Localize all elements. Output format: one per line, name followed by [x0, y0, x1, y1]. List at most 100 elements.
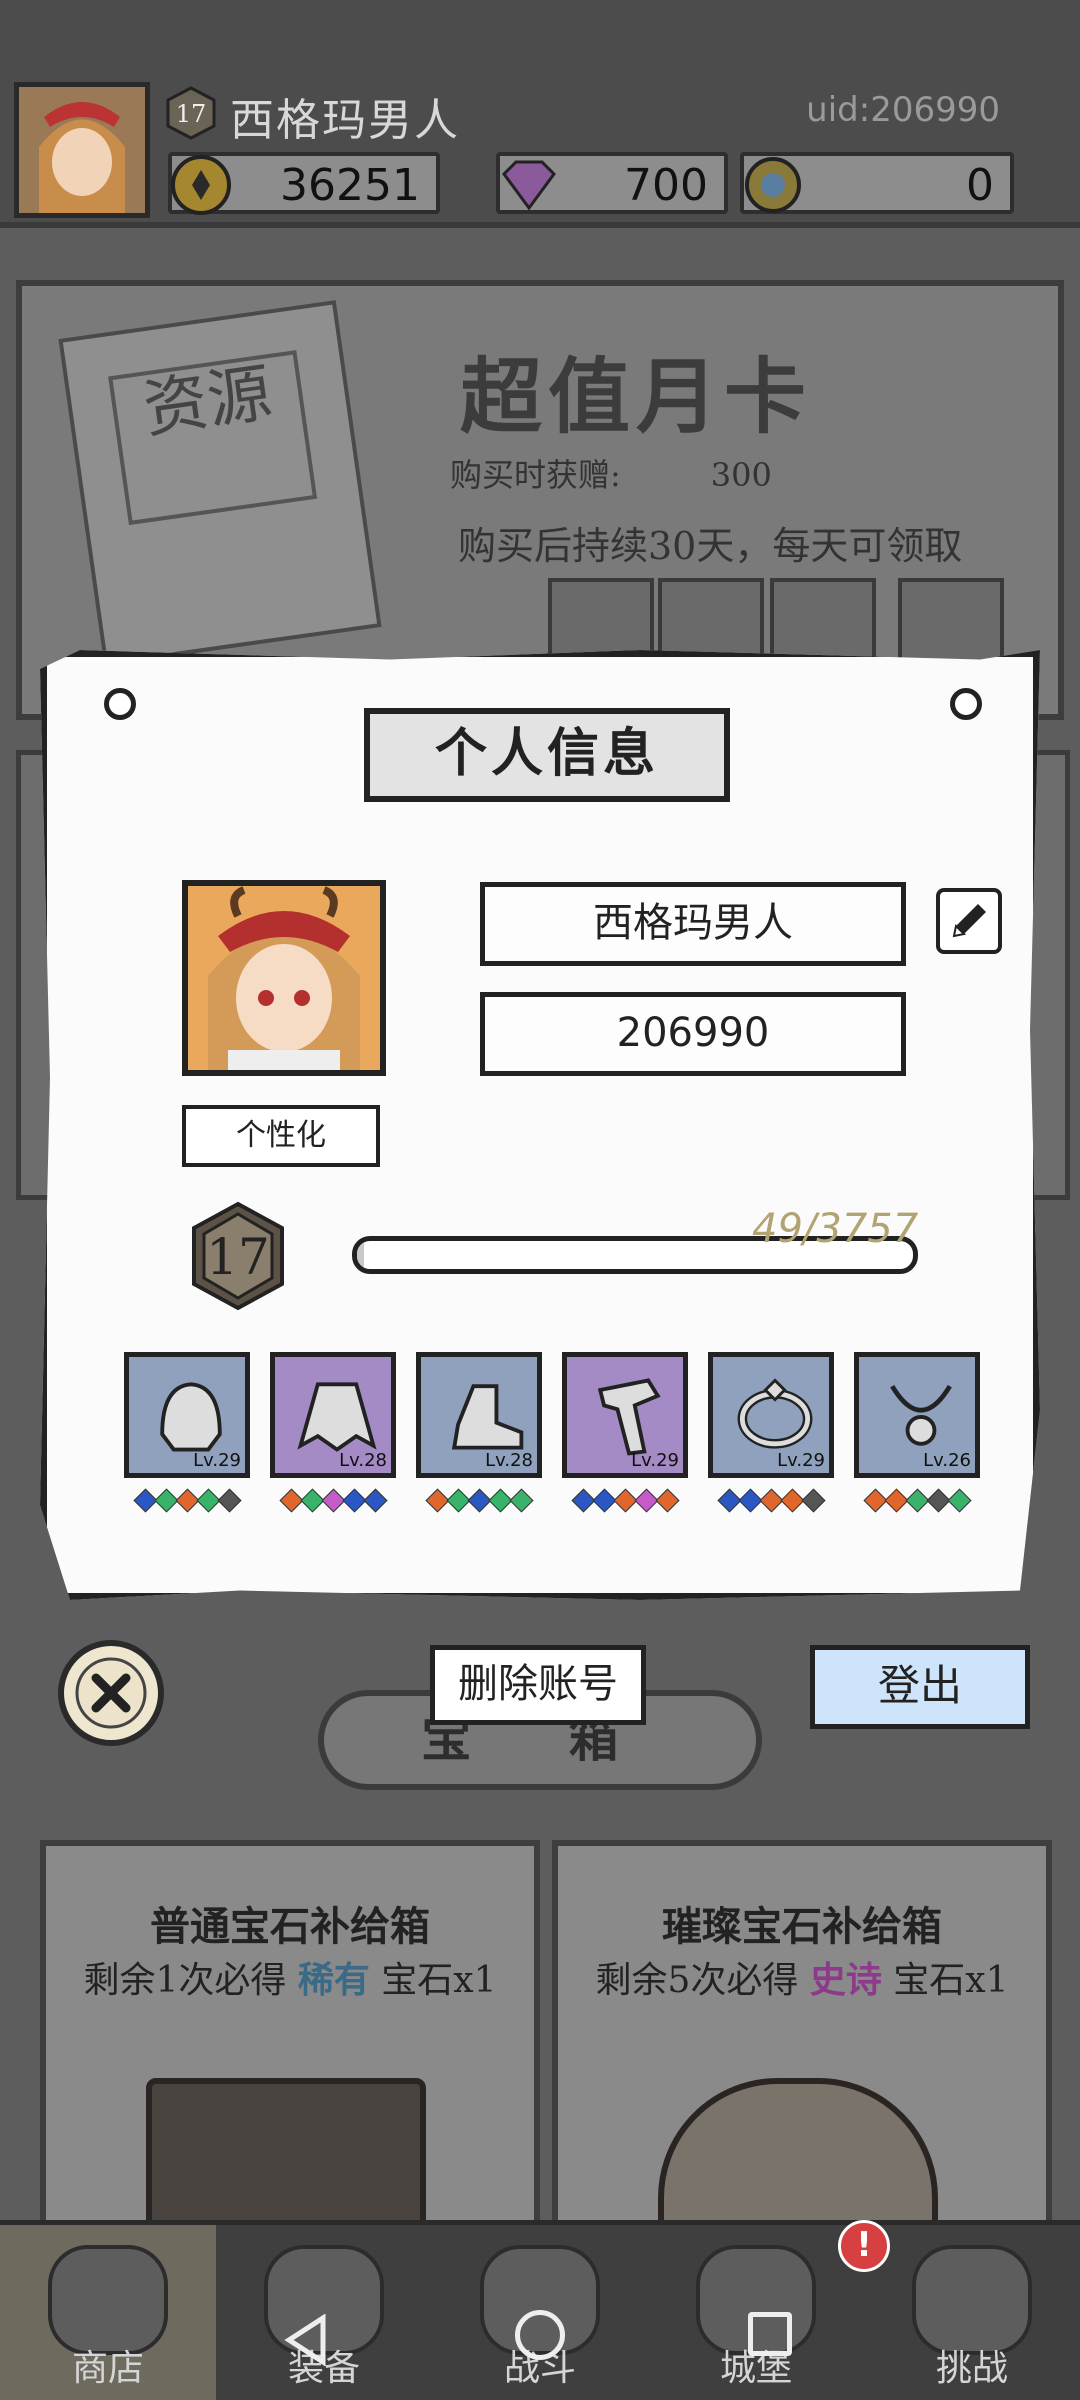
gem-slot-icon	[946, 1488, 972, 1513]
experience-fill	[357, 1241, 365, 1269]
player-id-field: 206990	[480, 992, 906, 1076]
player-avatar[interactable]	[14, 82, 150, 218]
gem-slots	[124, 1488, 250, 1514]
orb-coin-counter: 0	[740, 152, 1014, 214]
pin-icon	[950, 688, 982, 720]
notification-badge: !	[838, 2220, 890, 2272]
ring-icon	[737, 1378, 813, 1449]
equipment-level: Lv.28	[485, 1450, 533, 1471]
gem-slot-icon	[508, 1488, 534, 1513]
gem-slot-icon	[341, 1488, 367, 1513]
character-portrait-icon	[188, 886, 380, 1070]
equipment-level: Lv.29	[777, 1450, 825, 1471]
player-name: 西格玛男人	[230, 95, 460, 146]
player-name-field: 西格玛男人	[480, 882, 906, 966]
chest-title: 普通宝石补给箱	[150, 1903, 430, 1950]
gem-slot-icon	[466, 1488, 492, 1513]
logout-button[interactable]: 登出	[810, 1645, 1030, 1729]
necklace-icon	[890, 1384, 952, 1446]
equipment-slot[interactable]: Lv.29	[562, 1352, 688, 1478]
gem-slot-icon	[883, 1488, 909, 1513]
gem-slot-icon	[362, 1488, 388, 1513]
svg-text:17: 17	[206, 1228, 270, 1286]
equipment-slot[interactable]: Lv.29	[708, 1352, 834, 1478]
equipment-slot[interactable]: Lv.29	[124, 1352, 250, 1478]
close-button[interactable]	[58, 1640, 164, 1746]
gem-slot-icon	[487, 1488, 513, 1513]
gem-slot-icon	[925, 1488, 951, 1513]
gem-slot-icon	[216, 1488, 242, 1513]
level-badge-icon: 17	[192, 1201, 284, 1311]
svg-text:17: 17	[176, 100, 207, 128]
equipment-level: Lv.28	[339, 1450, 387, 1471]
gem-slots	[562, 1488, 688, 1514]
gem-slot-icon	[654, 1488, 680, 1513]
brilliant-gem-chest-card[interactable]: 璀璨宝石补给箱 剩余5次必得 史诗 宝石x1	[552, 1840, 1052, 2278]
avatar-portrait-icon	[19, 87, 145, 213]
recent-apps-icon[interactable]	[748, 2312, 792, 2356]
boots-icon	[451, 1384, 524, 1450]
top-header: 17 西格玛男人 uid:206990 36251 700 0	[0, 0, 1080, 228]
pencil-icon	[952, 904, 986, 938]
uid-label: uid:206990	[806, 90, 1000, 130]
gem-slot-icon	[612, 1488, 638, 1513]
gem-counter: 700	[496, 152, 728, 214]
equipment-level: Lv.26	[923, 1450, 971, 1471]
gem-slots	[270, 1488, 396, 1514]
common-gem-chest-card[interactable]: 普通宝石补给箱 剩余1次必得 稀有 宝石x1	[40, 1840, 540, 2278]
close-icon	[75, 1657, 147, 1729]
profile-portrait[interactable]	[182, 880, 386, 1076]
gem-slots	[708, 1488, 834, 1514]
blue-orb-coin-icon	[745, 157, 801, 213]
gem-slot-icon	[779, 1488, 805, 1513]
chest-title: 璀璨宝石补给箱	[662, 1903, 942, 1950]
dialog-title: 个人信息	[364, 708, 730, 802]
gem-slot-icon	[299, 1488, 325, 1513]
back-icon[interactable]	[283, 2314, 327, 2366]
gem-slot-icon	[716, 1488, 742, 1513]
bonus-amount: 300	[710, 456, 772, 494]
monthly-card-bonus: 购买时获赠: 300	[450, 450, 772, 496]
gem-slots	[854, 1488, 980, 1514]
gem-slot-icon	[132, 1488, 158, 1513]
helmet-icon	[160, 1382, 222, 1452]
delete-account-button[interactable]: 删除账号	[430, 1645, 646, 1725]
system-navigation-bar	[0, 2280, 1080, 2400]
equipment-slot[interactable]: Lv.28	[270, 1352, 396, 1478]
equipment-slot[interactable]: Lv.28	[416, 1352, 542, 1478]
gem-slot-icon	[633, 1488, 659, 1513]
gem-slot-icon	[570, 1488, 596, 1513]
chest-description: 剩余5次必得 史诗 宝石x1	[595, 1959, 1009, 2001]
gold-counter: 36251	[168, 152, 440, 215]
equipment-level: Lv.29	[631, 1450, 679, 1471]
paper-stamp: 资源	[108, 350, 318, 526]
gem-slot-icon	[591, 1488, 617, 1513]
gem-slot-icon	[758, 1488, 784, 1513]
pin-icon	[104, 688, 136, 720]
bonus-label: 购买时获赠:	[450, 456, 621, 494]
resource-paper-illustration: 资源	[58, 300, 382, 666]
monthly-card-duration: 购买后持续30天，每天可领取	[458, 524, 963, 568]
level-badge-icon: 17	[166, 86, 216, 140]
gem-slot-icon	[862, 1488, 888, 1513]
gem-slot-icon	[800, 1488, 826, 1513]
gem-slot-icon	[278, 1488, 304, 1513]
gem-slot-icon	[320, 1488, 346, 1513]
gem-slot-icon	[737, 1488, 763, 1513]
customize-button[interactable]: 个性化	[182, 1105, 380, 1167]
bracer-icon	[597, 1378, 661, 1456]
gem-slot-icon	[424, 1488, 450, 1513]
edit-name-button[interactable]	[936, 888, 1002, 954]
gold-coin-icon	[171, 155, 231, 215]
monthly-card-title: 超值月卡	[460, 349, 813, 445]
gem-slot-icon	[904, 1488, 930, 1513]
equipment-level: Lv.29	[193, 1450, 241, 1471]
gem-slot-icon	[445, 1488, 471, 1513]
experience-text: 49/3757	[752, 1206, 919, 1252]
chest-description: 剩余1次必得 稀有 宝石x1	[83, 1959, 497, 2001]
gem-slots	[416, 1488, 542, 1514]
gem-slot-icon	[195, 1488, 221, 1513]
equipment-slot[interactable]: Lv.26	[854, 1352, 980, 1478]
home-icon[interactable]	[515, 2310, 565, 2360]
gem-slot-icon	[153, 1488, 179, 1513]
